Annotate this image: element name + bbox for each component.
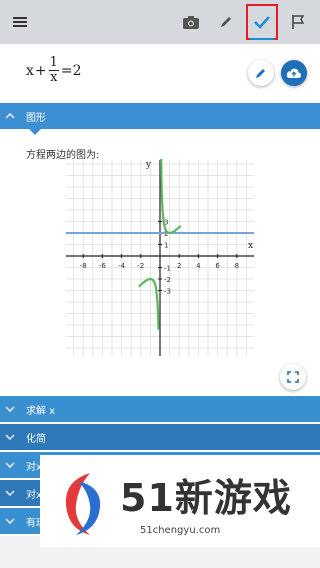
edit-equation-button[interactable] [248,60,274,86]
function-graph: xy-8-6-4-22468321-1-2-3 [66,158,254,356]
equation-row: x + 1 x =2 [0,44,320,102]
pencil-icon [256,69,265,78]
fullscreen-icon [287,371,299,383]
chevron-down-icon [0,396,20,422]
y-tick-label: -3 [164,288,171,296]
eq-frac-num: 1 [48,55,59,71]
watermark-url: 51chengyu.com [140,525,221,536]
flag-icon[interactable] [284,8,312,36]
chevron-down-icon [0,452,20,478]
fullscreen-button[interactable] [280,364,306,390]
header-pointer [28,128,42,135]
chevron-down-icon [0,424,20,450]
y-axis-label: y [145,160,152,170]
eq-lhs-var: x [26,62,34,79]
x-tick-label: 4 [196,262,201,270]
cloud-upload-icon [286,68,302,78]
chevron-up-icon [0,103,20,129]
eq-rhs: =2 [60,62,82,79]
y-tick-label: -2 [164,276,171,284]
x-tick-label: 6 [215,262,220,270]
chevron-down-icon [0,508,20,534]
x-tick-label: -6 [99,262,107,270]
watermark-logo-icon [65,473,101,535]
section-label: 图形 [26,112,46,124]
cloud-upload-button[interactable] [281,60,307,86]
section-label: 化简 [26,433,46,445]
section-label: 求解 x [26,405,56,417]
top-toolbar [0,0,320,44]
check-tab-button[interactable] [246,4,278,40]
equation-display: x + 1 x =2 [26,56,82,85]
pencil-icon[interactable] [212,8,240,36]
active-tab-indicator [250,38,274,40]
app-root: x + 1 x =2 图形 方程两边的图为: xy-8-6-4-22468321… [0,0,320,568]
menu-icon[interactable] [6,8,34,36]
eq-fraction: 1 x [48,55,59,85]
section-header-solve[interactable]: 求解 x [0,396,320,422]
watermark-brand: 51新游戏 [120,476,292,520]
y-tick-label: -1 [164,265,171,273]
x-tick-label: -8 [80,262,87,270]
x-axis-label: x [248,241,253,251]
x-tick-label: 8 [235,262,239,270]
eq-frac-den: x [50,70,58,85]
series-curve-negative-branch [138,277,160,330]
check-icon [254,16,270,29]
x-tick-label: -4 [118,262,126,270]
chevron-down-icon [0,480,20,506]
x-tick-label: 2 [177,262,181,270]
section-header-graph[interactable]: 图形 [0,103,320,129]
graph-area[interactable]: xy-8-6-4-22468321-1-2-3 [0,156,320,392]
camera-icon[interactable] [177,8,205,36]
y-tick-label: 1 [164,242,168,250]
section-header-simplify[interactable]: 化简 [0,424,320,450]
x-tick-label: -2 [137,262,144,270]
watermark-overlay: 51新游戏 51chengyu.com [40,455,320,547]
eq-plus: + [34,62,47,79]
